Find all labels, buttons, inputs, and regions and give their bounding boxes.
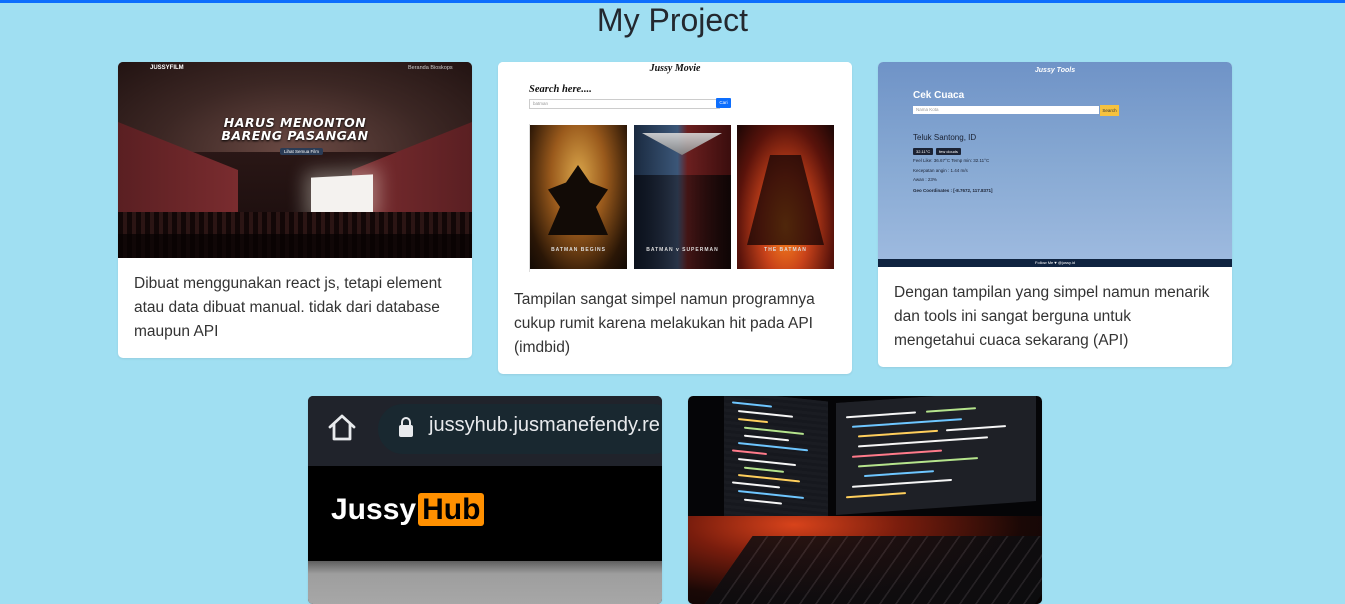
movie-poster: THE BATMAN <box>737 125 834 269</box>
screenshot-headline: HARUS MENONTON BARENG PASANGAN <box>118 116 472 142</box>
screenshot-search-button: Search <box>1100 105 1119 116</box>
project-screenshot-code-photo <box>688 396 1042 604</box>
cinema-screen <box>311 174 373 216</box>
headline-line-2: BARENG PASANGAN <box>221 128 369 143</box>
poster-title: BATMAN v SUPERMAN <box>646 247 719 253</box>
poster-title: THE BATMAN <box>764 247 807 253</box>
screenshot-search-button: Cari <box>716 98 731 108</box>
weather-detail: Kecepatan angin : 1.44 m/s <box>913 168 968 173</box>
screenshot-title: Jussy Movie <box>649 63 701 74</box>
project-card-code[interactable] <box>688 396 1042 604</box>
project-screenshot-cinema: JUSSYFILM Beranda Bioskops HARUS MENONTO… <box>118 62 472 258</box>
screenshot-search-input: batman <box>529 99 720 109</box>
screenshot-footer: Follow Me ♥ @jussy.id <box>878 259 1232 267</box>
weather-detail: Awan : 23% <box>913 177 937 182</box>
weather-detail: Geo Coordinates : [-8.7672, 117.8371] <box>913 188 993 193</box>
project-card-jussy-movie[interactable]: Jussy Movie Search here.... batman Cari … <box>498 62 852 374</box>
screenshot-location: Teluk Santong, ID <box>913 133 977 142</box>
logo-badge: Hub <box>418 493 485 526</box>
jussyhub-logo: Jussy Hub <box>331 493 485 527</box>
card-description: Dengan tampilan yang simpel namun menari… <box>894 284 1210 349</box>
cinema-audience <box>118 234 472 258</box>
card-description: Tampilan sangat simpel namun programnya … <box>514 291 815 356</box>
screenshot-city-input: Nama Kota <box>913 106 1099 114</box>
poster-title: BATMAN BEGINS <box>551 247 606 253</box>
project-screenshot-jussyhub: jussyhub.jusmanefendy.re Jussy Hub <box>308 396 662 604</box>
card-description: Dibuat menggunakan react js, tetapi elem… <box>134 275 442 340</box>
screenshot-brand: JUSSYFILM <box>150 65 184 71</box>
screenshot-title: Jussy Tools <box>1034 67 1076 74</box>
page-title: My Project <box>596 2 749 38</box>
lock-icon <box>399 417 413 437</box>
weather-detail: Feel Like: 36.67°C Temp min: 32.11°C <box>913 158 990 163</box>
keyboard <box>703 536 1042 604</box>
project-card-jussyhub[interactable]: jussyhub.jusmanefendy.re Jussy Hub <box>308 396 662 604</box>
logo-text: Jussy <box>331 493 417 526</box>
condition-chip: few clouds <box>936 148 961 155</box>
temperature-chip: 32.11°C <box>913 148 934 155</box>
project-card-jussy-tools[interactable]: Jussy Tools Cek Cuaca Nama Kota Search T… <box>878 62 1232 367</box>
movie-poster: BATMAN v SUPERMAN <box>634 125 731 269</box>
movie-poster: BATMAN BEGINS <box>530 125 627 269</box>
page-content-area <box>308 561 662 604</box>
project-card-jussyfilm[interactable]: JUSSYFILM Beranda Bioskops HARUS MENONTO… <box>118 62 472 358</box>
project-screenshot-movie: Jussy Movie Search here.... batman Cari … <box>498 62 852 274</box>
screenshot-button: Lihat Semua Film <box>280 148 324 155</box>
address-url: jussyhub.jusmanefendy.re <box>429 414 660 436</box>
screenshot-heading: Cek Cuaca <box>913 90 965 101</box>
home-icon <box>328 414 356 441</box>
monitor-right <box>836 396 1036 515</box>
screenshot-search-label: Search here.... <box>529 84 592 95</box>
project-screenshot-weather: Jussy Tools Cek Cuaca Nama Kota Search T… <box>878 62 1232 267</box>
screenshot-nav: Beranda Bioskops <box>408 65 453 71</box>
